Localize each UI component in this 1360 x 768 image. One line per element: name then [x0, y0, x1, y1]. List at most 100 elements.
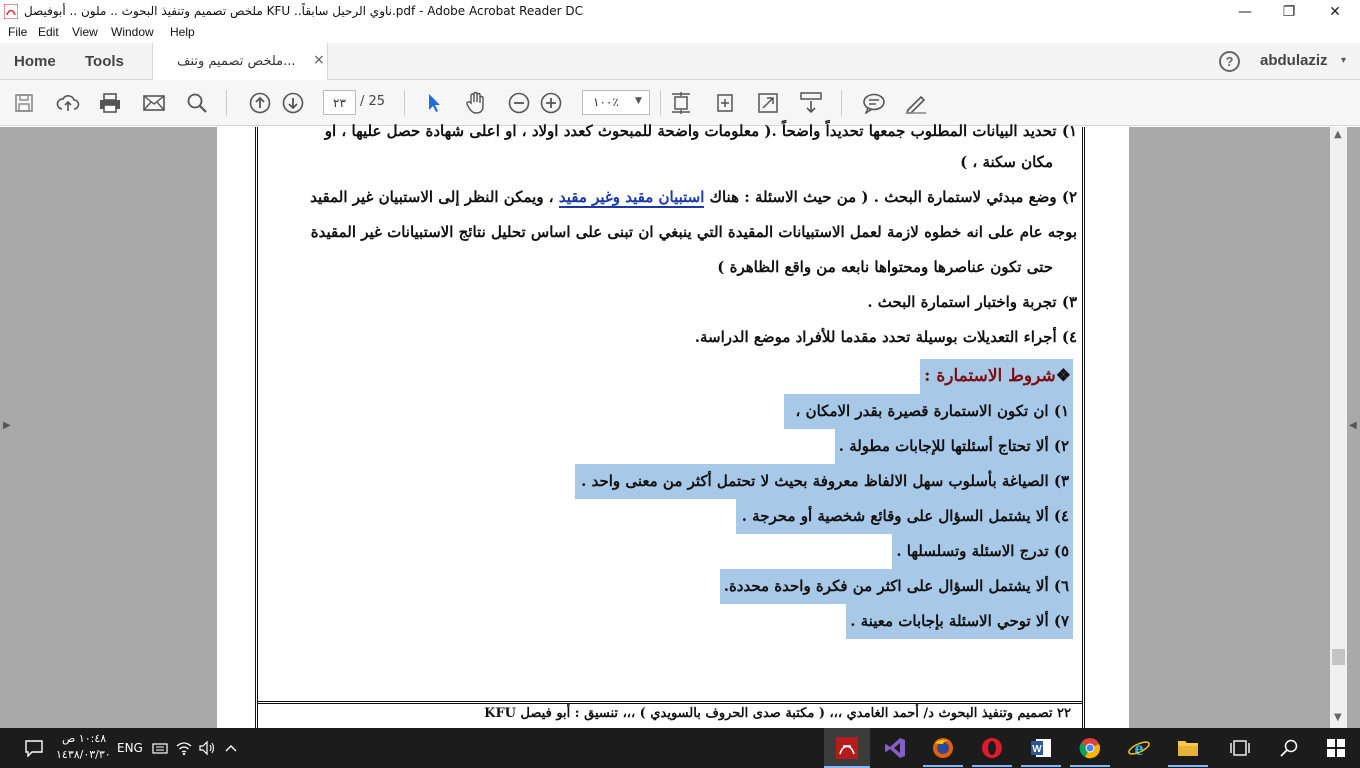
rotate-icon[interactable]	[713, 91, 737, 115]
menu-view[interactable]: View	[72, 25, 98, 39]
running-indicator	[1070, 765, 1110, 767]
task-view-icon[interactable]	[1228, 736, 1252, 760]
title-bar: ملخص تصميم وتنفيذ البحوث .. ملون .. أبوف…	[0, 0, 1360, 23]
comment-icon[interactable]	[862, 91, 886, 115]
section-heading: ❖شروط الاستمارة :	[920, 359, 1073, 394]
toolbar-divider	[841, 90, 842, 116]
tab-tools[interactable]: Tools	[85, 53, 124, 70]
maximize-button[interactable]: ❐	[1266, 0, 1312, 23]
next-page-icon[interactable]	[281, 91, 305, 115]
windows-start-icon[interactable]	[1324, 736, 1348, 760]
highlight-pen-icon[interactable]	[904, 91, 928, 115]
text-line: مكان سكنة ، )	[960, 153, 1053, 171]
page-footer: ٢٢ تصميم وتنفيذ البحوث د/ أحمد الغامدي ،…	[484, 706, 1071, 721]
firefox-icon[interactable]	[931, 736, 955, 760]
fit-page-icon[interactable]	[669, 91, 693, 115]
text-line: بوجه عام على انه خطوه لازمة لعمل الاستبي…	[310, 223, 1077, 241]
condition-item: ٦) ألا يشتمل السؤال على اكثر من فكرة واح…	[719, 569, 1073, 604]
file-explorer-icon[interactable]	[1176, 736, 1200, 760]
help-icon[interactable]: ?	[1219, 51, 1240, 72]
chevron-down-icon: ▼	[635, 96, 642, 106]
tab-close-icon[interactable]: ×	[313, 52, 325, 68]
svg-text:W: W	[1032, 744, 1042, 755]
condition-item: ٤) ألا يشتمل السؤال على وقائع شخصية أو م…	[735, 499, 1073, 534]
minimize-button[interactable]: —	[1222, 0, 1268, 23]
save-icon[interactable]	[12, 91, 36, 115]
footer-divider	[258, 701, 1082, 704]
email-icon[interactable]	[142, 91, 166, 115]
full-screen-icon[interactable]	[756, 91, 780, 115]
volume-icon[interactable]	[195, 736, 219, 760]
clock-time[interactable]: ١٠:٤٨ ص	[62, 732, 106, 745]
chevron-up-icon[interactable]	[219, 736, 243, 760]
search-icon[interactable]	[185, 91, 209, 115]
scroll-thumb[interactable]	[1332, 649, 1345, 665]
notifications-icon[interactable]	[22, 736, 46, 760]
condition-item: ٢) ألا تحتاج أسئلتها للإجابات مطولة .	[834, 429, 1073, 464]
text-line: ٤) أجراء التعديلات بوسيلة تحدد مقدما للأ…	[694, 328, 1077, 346]
scroll-mode-icon[interactable]	[799, 91, 823, 115]
wifi-icon[interactable]	[172, 736, 196, 760]
language-indicator[interactable]: ENG	[117, 741, 143, 755]
tab-document[interactable]: ملخص تصميم وتنف... ×	[152, 43, 328, 80]
scroll-up-icon[interactable]: ▲	[1334, 129, 1342, 140]
tab-bar: Home Tools ملخص تصميم وتنف... × ? abdula…	[0, 43, 1360, 80]
document-viewport[interactable]: ▶ ◀ ١) تحديد البيانات المطلوب جمعها تحدي…	[0, 122, 1360, 728]
right-panel-toggle-icon[interactable]: ◀	[1349, 420, 1357, 431]
pdf-page: ١) تحديد البيانات المطلوب جمعها تحديداً …	[217, 122, 1129, 728]
opera-icon[interactable]	[980, 736, 1004, 760]
visual-studio-icon[interactable]	[883, 736, 907, 760]
zoom-out-icon[interactable]	[507, 91, 531, 115]
upload-cloud-icon[interactable]	[56, 91, 80, 115]
search-icon[interactable]	[1277, 736, 1301, 760]
toolbar-divider	[660, 90, 661, 116]
bullet-icon: ❖	[1055, 366, 1071, 386]
running-indicator	[972, 765, 1012, 767]
condition-item: ١) ان تكون الاستمارة قصيرة بقدر الامكان …	[783, 394, 1073, 429]
text-line: ٣) تجربة واختبار استمارة البحث .	[867, 293, 1077, 311]
condition-item: ٧) ألا توحي الاسئلة بإجابات معينة .	[846, 604, 1073, 639]
tab-home[interactable]: Home	[14, 53, 56, 70]
print-icon[interactable]	[98, 91, 122, 115]
word-icon[interactable]: W	[1029, 736, 1053, 760]
condition-item: ٣) الصياغة بأسلوب سهل الالفاظ معروفة بحي…	[575, 464, 1073, 499]
menu-help[interactable]: Help	[170, 25, 195, 39]
window-title: ملخص تصميم وتنفيذ البحوث .. ملون .. أبوف…	[24, 4, 583, 18]
chrome-icon[interactable]	[1078, 736, 1102, 760]
text-line: ١) تحديد البيانات المطلوب جمعها تحديداً …	[324, 122, 1077, 140]
keyboard-icon[interactable]	[148, 736, 172, 760]
page-total: / 25	[360, 94, 386, 109]
page-number-input[interactable]: ٢٣	[323, 90, 356, 115]
text-line: حتى تكون عناصرها ومحتواها نابعه من واقع …	[717, 258, 1053, 276]
zoom-in-icon[interactable]	[539, 91, 563, 115]
toolbar-divider	[404, 90, 405, 116]
condition-item: ٥) تدرج الاسئلة وتسلسلها .	[892, 534, 1073, 569]
svg-text:e: e	[1135, 738, 1144, 760]
previous-page-icon[interactable]	[248, 91, 272, 115]
select-cursor-icon[interactable]	[421, 91, 445, 115]
text-line: ٢) وضع مبدئي لاستمارة البحث . ( من حيث ا…	[310, 188, 1077, 208]
menu-bar: File Edit View Window Help	[0, 23, 1360, 43]
running-indicator	[923, 765, 963, 767]
running-indicator	[1021, 765, 1061, 767]
acrobat-icon[interactable]	[835, 736, 859, 760]
acrobat-app-icon	[4, 4, 18, 19]
inline-link[interactable]: استبيان مقيد وغير مقيد	[558, 188, 705, 208]
chevron-down-icon[interactable]: ▾	[1341, 55, 1346, 66]
vertical-scrollbar[interactable]: ▲ ▼	[1330, 127, 1347, 728]
menu-window[interactable]: Window	[111, 25, 154, 39]
clock-date[interactable]: ١٤٣٨/٠٣/٣٠	[56, 748, 111, 761]
menu-file[interactable]: File	[8, 25, 27, 39]
zoom-select[interactable]: ١٠٠٪ ▼	[582, 90, 650, 115]
scroll-down-icon[interactable]: ▼	[1334, 712, 1342, 723]
zoom-value: ١٠٠٪	[593, 95, 619, 109]
close-button[interactable]: ✕	[1312, 0, 1358, 23]
user-account[interactable]: abdulaziz	[1260, 52, 1328, 69]
menu-edit[interactable]: Edit	[38, 25, 59, 39]
running-indicator	[1168, 765, 1208, 767]
hand-tool-icon[interactable]	[464, 91, 488, 115]
taskbar: ١٠:٤٨ ص ١٤٣٨/٠٣/٣٠ ENG W e	[0, 728, 1360, 768]
left-panel-toggle-icon[interactable]: ▶	[3, 420, 11, 431]
internet-explorer-icon[interactable]: e	[1127, 736, 1151, 760]
toolbar-divider	[226, 90, 227, 116]
